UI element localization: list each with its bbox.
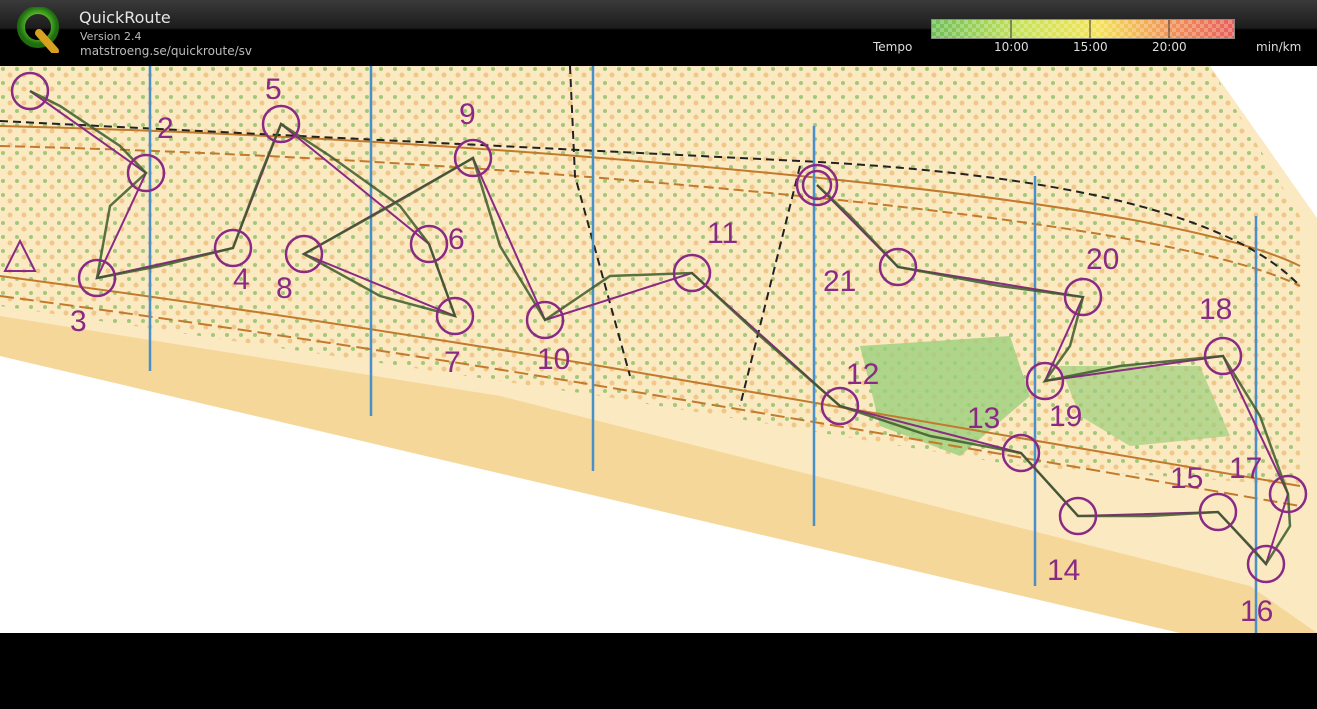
control-label-19: 19 [1049, 400, 1082, 433]
control-label-17: 17 [1229, 452, 1262, 485]
control-label-8: 8 [276, 272, 293, 305]
control-label-11: 11 [707, 217, 738, 250]
pace-legend-bar [931, 19, 1235, 39]
control-label-20: 20 [1086, 243, 1119, 276]
legend-tick-10: 10:00 [994, 40, 1029, 54]
legend-tick-15: 15:00 [1073, 40, 1108, 54]
control-label-21: 21 [823, 265, 856, 298]
footer-bar [0, 633, 1317, 709]
control-label-7: 7 [444, 346, 461, 379]
app-header: QuickRoute Version 2.4 matstroeng.se/qui… [0, 0, 1317, 66]
control-label-10: 10 [537, 343, 570, 376]
map-canvas[interactable]: 2 3 4 5 6 7 8 9 10 11 12 13 14 15 16 17 … [0, 65, 1317, 633]
control-label-15: 15 [1170, 462, 1203, 495]
legend-tick-20: 20:00 [1152, 40, 1187, 54]
quickroute-q-logo [17, 7, 59, 53]
control-label-5: 5 [265, 73, 282, 106]
control-label-12: 12 [846, 358, 879, 391]
control-label-16: 16 [1240, 595, 1273, 628]
control-label-3: 3 [70, 305, 87, 338]
control-label-18: 18 [1199, 293, 1232, 326]
control-label-9: 9 [459, 98, 476, 131]
control-label-2: 2 [157, 112, 174, 145]
orienteering-map[interactable]: 2 3 4 5 6 7 8 9 10 11 12 13 14 15 16 17 … [0, 65, 1317, 633]
app-version: Version 2.4 [80, 30, 142, 43]
control-label-13: 13 [967, 402, 1000, 435]
legend-unit: min/km [1256, 40, 1302, 54]
app-title: QuickRoute [79, 8, 171, 27]
control-label-4: 4 [233, 263, 250, 296]
control-label-14: 14 [1047, 554, 1080, 587]
control-label-6: 6 [448, 223, 465, 256]
app-url: matstroeng.se/quickroute/sv [80, 44, 253, 58]
legend-label: Tempo [873, 40, 913, 54]
